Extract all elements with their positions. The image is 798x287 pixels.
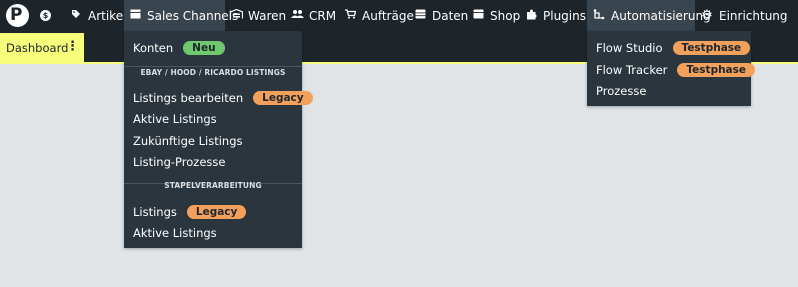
menu-item-konten[interactable]: Konten Neu xyxy=(124,38,302,58)
dollar-circle-icon: $ xyxy=(40,10,51,21)
menu-item-label: Listings bearbeiten xyxy=(133,91,244,105)
menu-item-listings[interactable]: Listings Legacy xyxy=(124,202,302,222)
nav-label-automatisierung: Automatisierung xyxy=(611,8,711,23)
puzzle-icon xyxy=(525,9,537,23)
nav-label-sales-channels: Sales Channels xyxy=(147,8,239,23)
menu-item-label: Listings xyxy=(133,205,177,219)
gear-icon: ⚙ xyxy=(701,8,713,23)
menu-item-listings-bearbeiten[interactable]: Listings bearbeiten Legacy xyxy=(124,88,313,108)
section-title-ebay-listings: EBAY / HOOD / RICARDO LISTINGS xyxy=(140,68,286,77)
nav-item-shop[interactable]: Shop xyxy=(472,0,520,31)
nav-item-waren[interactable]: Waren xyxy=(229,0,287,31)
new-badge: Neu xyxy=(183,41,225,55)
shop-icon xyxy=(472,9,484,22)
nav-label-shop: Shop xyxy=(490,8,521,23)
flow-icon xyxy=(593,8,605,23)
store-icon xyxy=(130,9,141,22)
menu-item-flow-studio[interactable]: Flow Studio Testphase xyxy=(587,38,751,58)
nav-label-daten: Daten xyxy=(432,8,469,23)
sales-channels-dropdown: Konten Neu EBAY / HOOD / RICARDO LISTING… xyxy=(124,31,313,248)
menu-item-zukuenftige-listings[interactable]: Zukünftige Listings xyxy=(124,131,302,151)
nav-item-daten[interactable]: Daten xyxy=(414,0,468,31)
section-title-stapelverarbeitung: STAPELVERARBEITUNG xyxy=(164,181,262,190)
tag-icon xyxy=(70,9,82,22)
menu-item-konten-label: Konten xyxy=(133,41,174,55)
plenty-logo[interactable]: P xyxy=(6,4,29,27)
nav-item-artikel[interactable]: Artikel xyxy=(66,0,130,31)
cart-icon xyxy=(344,9,356,22)
testphase-badge: Testphase xyxy=(672,41,751,55)
warehouse-icon xyxy=(229,8,244,22)
nav-item-einrichtung[interactable]: ⚙ Einrichtung xyxy=(701,0,788,31)
nav-item-automatisierung[interactable]: Automatisierung xyxy=(587,0,711,31)
menu-item-label: Prozesse xyxy=(596,84,647,98)
automatisierung-dropdown: Flow Studio Testphase Flow Tracker Testp… xyxy=(587,31,756,106)
legacy-badge: Legacy xyxy=(186,205,247,219)
more-vertical-icon[interactable]: ⋮ xyxy=(66,39,79,54)
menu-item-flow-tracker[interactable]: Flow Tracker Testphase xyxy=(587,60,756,80)
testphase-badge: Testphase xyxy=(677,63,756,77)
menu-item-label: Aktive Listings xyxy=(133,112,217,126)
menu-divider xyxy=(124,66,302,67)
nav-label-artikel: Artikel xyxy=(88,8,127,23)
users-icon xyxy=(291,9,304,22)
database-icon xyxy=(414,9,426,22)
nav-label-einrichtung: Einrichtung xyxy=(719,8,788,23)
nav-item-sales-channels[interactable]: Sales Channels xyxy=(124,0,238,31)
nav-label-plugins: Plugins xyxy=(543,8,586,23)
nav-item-plugins[interactable]: Plugins xyxy=(525,0,586,31)
menu-item-label: Aktive Listings xyxy=(133,226,217,240)
nav-label-crm: CRM xyxy=(309,8,337,23)
menu-item-aktive-listings-stapel[interactable]: Aktive Listings xyxy=(124,223,302,243)
menu-item-label: Flow Tracker xyxy=(596,63,668,77)
tab-dashboard[interactable]: Dashboard ⋮ xyxy=(0,33,84,63)
menu-item-label: Zukünftige Listings xyxy=(133,134,243,148)
nav-item-finance[interactable]: $ xyxy=(40,0,57,31)
menu-item-aktive-listings[interactable]: Aktive Listings xyxy=(124,109,302,129)
menu-item-label: Listing-Prozesse xyxy=(133,155,226,169)
tab-dashboard-label: Dashboard xyxy=(6,41,69,55)
nav-item-crm[interactable]: CRM xyxy=(291,0,336,31)
menu-item-prozesse[interactable]: Prozesse xyxy=(587,81,751,101)
nav-label-auftraege: Aufträge xyxy=(362,8,414,23)
nav-label-waren: Waren xyxy=(248,8,287,23)
legacy-badge: Legacy xyxy=(253,91,313,105)
menu-item-listing-prozesse[interactable]: Listing-Prozesse xyxy=(124,152,302,172)
top-navigation-bar: P $ Artikel Sales Channels Waren CRM Auf… xyxy=(0,0,798,31)
nav-item-auftraege[interactable]: Aufträge xyxy=(344,0,414,31)
menu-item-label: Flow Studio xyxy=(596,41,663,55)
